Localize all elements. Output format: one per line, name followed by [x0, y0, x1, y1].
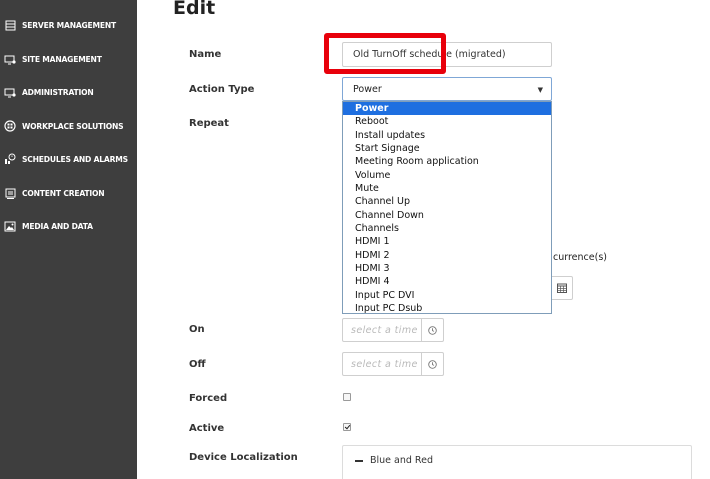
sidebar-item-label: MEDIA AND DATA — [22, 221, 93, 231]
off-label: Off — [189, 359, 206, 370]
sidebar-item-label: ADMINISTRATION — [22, 87, 94, 97]
dropdown-option[interactable]: Install updates — [343, 129, 551, 142]
name-input-value: Old TurnOff schedule (migrated) — [353, 49, 506, 60]
sidebar-item-label: SERVER MANAGEMENT — [22, 20, 117, 30]
dropdown-option[interactable]: Power — [343, 102, 551, 116]
calendar-icon[interactable] — [550, 277, 572, 299]
dropdown-option[interactable]: Channel Down — [343, 209, 551, 222]
schedule-icon — [4, 153, 16, 165]
dropdown-option[interactable]: Volume — [343, 169, 551, 182]
dropdown-option[interactable]: Input PC Dsub — [343, 302, 551, 315]
off-time-placeholder: select a time — [351, 358, 418, 370]
localization-item-label: Blue and Red — [370, 455, 433, 466]
dropdown-option[interactable]: Reboot — [343, 115, 551, 128]
action-type-label: Action Type — [189, 84, 255, 95]
admin-icon — [4, 86, 16, 98]
on-label: On — [189, 324, 205, 335]
repeat-label: Repeat — [189, 118, 229, 129]
dropdown-option[interactable]: Start Signage — [343, 142, 551, 155]
dropdown-option[interactable]: Channel Up — [343, 195, 551, 208]
forced-checkbox[interactable] — [343, 393, 351, 401]
occurrence-text: currence(s) — [553, 252, 607, 263]
dropdown-option[interactable]: HDMI 1 — [343, 235, 551, 248]
server-icon — [4, 19, 16, 31]
dropdown-option[interactable]: Meeting Room application — [343, 155, 551, 168]
sidebar-item-workplace-solutions[interactable]: WORKPLACE SOLUTIONS — [0, 117, 137, 135]
off-time-input[interactable]: select a time — [342, 352, 444, 376]
sidebar-item-server-management[interactable]: SERVER MANAGEMENT — [0, 16, 137, 34]
localization-tree-item[interactable]: Blue and Red — [355, 455, 433, 466]
name-input[interactable]: Old TurnOff schedule (migrated) — [342, 42, 552, 67]
sidebar-item-label: WORKPLACE SOLUTIONS — [22, 121, 124, 131]
device-localization-label: Device Localization — [189, 452, 298, 463]
workplace-icon — [4, 120, 16, 132]
sidebar-item-schedules-and-alarms[interactable]: SCHEDULES AND ALARMS — [0, 150, 137, 168]
content-icon — [4, 187, 16, 199]
sidebar-item-label: SITE MANAGEMENT — [22, 54, 102, 64]
device-localization-panel: Blue and Red — [342, 445, 692, 479]
sidebar-item-media-and-data[interactable]: MEDIA AND DATA — [0, 217, 137, 235]
collapse-icon[interactable] — [355, 459, 363, 462]
caret-down-icon: ▼ — [537, 86, 543, 94]
dropdown-option[interactable]: Channels — [343, 222, 551, 235]
name-label: Name — [189, 49, 222, 60]
dropdown-option[interactable]: HDMI 4 — [343, 275, 551, 288]
media-icon — [4, 220, 16, 232]
page-title: Edit — [173, 0, 216, 19]
dropdown-option[interactable]: Mute — [343, 182, 551, 195]
site-icon — [4, 53, 16, 65]
on-time-placeholder: select a time — [351, 324, 418, 336]
sidebar-item-content-creation[interactable]: CONTENT CREATION — [0, 184, 137, 202]
dropdown-option[interactable]: Input PC DVI — [343, 289, 551, 302]
active-label: Active — [189, 423, 225, 434]
action-type-select[interactable]: Power ▼ — [342, 77, 552, 101]
dropdown-option[interactable]: HDMI 2 — [343, 249, 551, 262]
sidebar-item-site-management[interactable]: SITE MANAGEMENT — [0, 50, 137, 68]
on-time-input[interactable]: select a time — [342, 318, 444, 342]
clock-icon[interactable] — [421, 319, 443, 341]
clock-icon[interactable] — [421, 353, 443, 375]
action-type-selected-value: Power — [353, 83, 382, 95]
forced-label: Forced — [189, 393, 228, 404]
sidebar-item-label: SCHEDULES AND ALARMS — [22, 154, 128, 164]
main-content: Edit Name Old TurnOff schedule (migrated… — [137, 0, 710, 479]
sidebar-item-label: CONTENT CREATION — [22, 188, 105, 198]
dropdown-option[interactable]: HDMI 3 — [343, 262, 551, 275]
active-checkbox[interactable] — [343, 423, 351, 431]
action-type-dropdown-list: Power Reboot Install updates Start Signa… — [342, 101, 552, 314]
sidebar-item-administration[interactable]: ADMINISTRATION — [0, 83, 137, 101]
sidebar: SERVER MANAGEMENT SITE MANAGEMENT ADMINI… — [0, 0, 137, 479]
